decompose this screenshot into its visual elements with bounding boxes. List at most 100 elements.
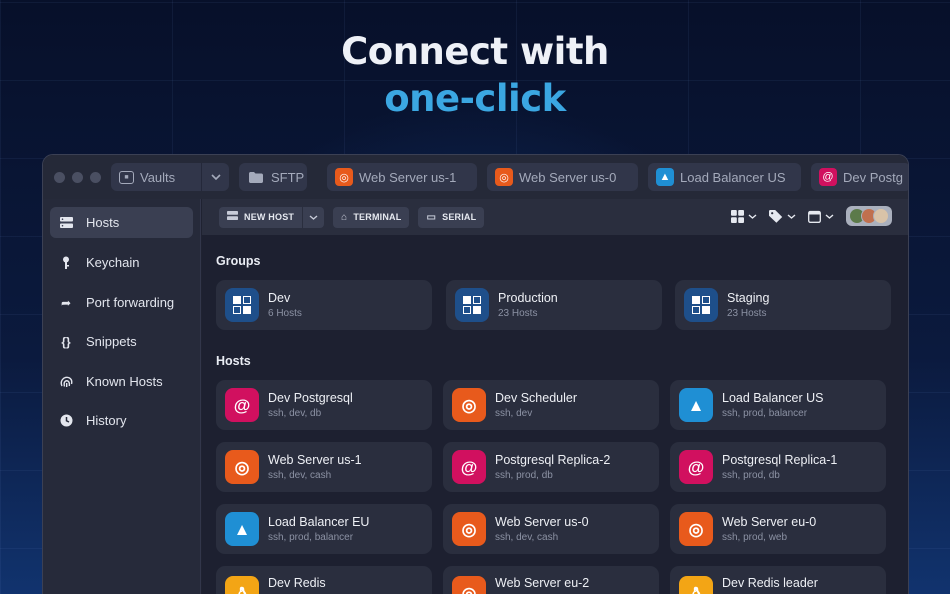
host-tags: ssh, prod, db bbox=[495, 470, 553, 481]
sftp-tab[interactable]: SFTP bbox=[239, 163, 307, 191]
calendar-icon bbox=[808, 210, 821, 223]
group-host-count: 23 Hosts bbox=[498, 308, 538, 319]
app-window: ■ Vaults SFTP ◎ Web Server us-1 ◎ Web Se… bbox=[42, 154, 909, 594]
tab-label: Load Balancer US bbox=[680, 169, 786, 185]
sidebar-item-history[interactable]: History bbox=[50, 405, 193, 436]
host-card-load-balancer-us[interactable]: ▲ Load Balancer US ssh, prod, balancer bbox=[670, 380, 886, 430]
team-avatars[interactable] bbox=[846, 206, 892, 226]
serial-port-icon: ▭ bbox=[426, 211, 437, 223]
host-tags: ssh, dev bbox=[495, 408, 533, 419]
group-name: Staging bbox=[727, 291, 770, 305]
debian-icon: @ bbox=[452, 450, 486, 484]
host-card-dev-postgresql[interactable]: @ Dev Postgresql ssh, dev, db bbox=[216, 380, 432, 430]
terminal-button[interactable]: ⌂ TERMINAL bbox=[333, 206, 410, 228]
host-card-web-server-eu-0[interactable]: ◎ Web Server eu-0 ssh, prod, web bbox=[670, 504, 886, 554]
sidebar-item-port-forwarding[interactable]: ➦ Port forwarding bbox=[50, 287, 193, 318]
host-tags: ssh, dev, cash bbox=[495, 532, 559, 543]
sidebar-item-keychain[interactable]: Keychain bbox=[50, 247, 193, 278]
calendar-sort-dropdown[interactable] bbox=[808, 210, 834, 223]
vaults-dropdown-button[interactable] bbox=[201, 163, 229, 191]
sidebar-item-known-hosts[interactable]: Known Hosts bbox=[50, 366, 193, 397]
host-card-web-server-us-0[interactable]: ◎ Web Server us-0 ssh, dev, cash bbox=[443, 504, 659, 554]
debian-icon: @ bbox=[225, 388, 259, 422]
tab-dev-postgresql[interactable]: @ Dev Postg bbox=[811, 163, 908, 191]
group-card-staging[interactable]: Staging 23 Hosts bbox=[675, 280, 891, 330]
grid-view-icon bbox=[731, 209, 744, 223]
minimize-window-button[interactable] bbox=[72, 171, 83, 183]
tag-icon bbox=[769, 209, 783, 223]
host-card-dev-redis[interactable]: 🐧︎ Dev Redis bbox=[216, 566, 432, 594]
host-card-load-balancer-eu[interactable]: ▲ Load Balancer EU ssh, prod, balancer bbox=[216, 504, 432, 554]
serial-label: SERIAL bbox=[442, 212, 477, 222]
group-card-dev[interactable]: Dev 6 Hosts bbox=[216, 280, 432, 330]
host-name: Web Server eu-2 bbox=[495, 576, 590, 590]
ubuntu-icon: ◎ bbox=[452, 388, 486, 422]
avatar bbox=[873, 208, 889, 224]
tab-load-balancer-us[interactable]: ▲ Load Balancer US bbox=[648, 163, 801, 191]
hosts-icon bbox=[58, 217, 74, 228]
host-name: Dev Redis leader bbox=[722, 576, 818, 590]
group-name: Production bbox=[498, 291, 558, 305]
group-host-count: 6 Hosts bbox=[268, 308, 302, 319]
sidebar-item-snippets[interactable]: {} Snippets bbox=[50, 326, 193, 357]
host-name: Load Balancer US bbox=[722, 391, 824, 405]
group-host-count: 23 Hosts bbox=[727, 308, 767, 319]
key-icon bbox=[58, 256, 74, 270]
ubuntu-icon: ◎ bbox=[225, 450, 259, 484]
new-host-dropdown-button[interactable] bbox=[302, 206, 325, 228]
host-name: Web Server us-1 bbox=[268, 453, 362, 467]
tag-filter-dropdown[interactable] bbox=[769, 209, 796, 223]
chevron-down-icon bbox=[748, 213, 757, 219]
host-tags: ssh, prod, web bbox=[722, 532, 788, 543]
group-card-production[interactable]: Production 23 Hosts bbox=[446, 280, 662, 330]
host-tags: ssh, prod, balancer bbox=[268, 532, 354, 543]
host-card-postgresql-replica-2[interactable]: @ Postgresql Replica-2 ssh, prod, db bbox=[443, 442, 659, 492]
hosts-section-title: Hosts bbox=[216, 354, 251, 368]
toolbar-right-controls bbox=[731, 206, 892, 226]
chevron-down-icon bbox=[787, 213, 796, 219]
hero-line-1: Connect with bbox=[341, 30, 609, 73]
zoom-window-button[interactable] bbox=[90, 171, 101, 183]
close-window-button[interactable] bbox=[54, 171, 65, 183]
sidebar-item-label: Port forwarding bbox=[86, 295, 175, 310]
host-card-dev-scheduler[interactable]: ◎ Dev Scheduler ssh, dev bbox=[443, 380, 659, 430]
host-name: Dev Postgresql bbox=[268, 391, 353, 405]
chevron-down-icon bbox=[210, 174, 221, 180]
group-icon bbox=[455, 288, 489, 322]
tab-web-server-us-0[interactable]: ◎ Web Server us-0 bbox=[487, 163, 638, 191]
title-bar: ■ Vaults SFTP ◎ Web Server us-1 ◎ Web Se… bbox=[43, 155, 908, 199]
serial-button[interactable]: ▭ SERIAL bbox=[418, 206, 485, 228]
sidebar-item-label: Keychain bbox=[86, 255, 140, 270]
sidebar-item-label: Snippets bbox=[86, 334, 137, 349]
chevron-down-icon bbox=[309, 214, 318, 220]
host-card-postgresql-replica-1[interactable]: @ Postgresql Replica-1 ssh, prod, db bbox=[670, 442, 886, 492]
sftp-label: SFTP bbox=[271, 169, 305, 185]
host-name: Web Server us-0 bbox=[495, 515, 589, 529]
group-icon bbox=[225, 288, 259, 322]
host-card-web-server-eu-2[interactable]: ◎ Web Server eu-2 bbox=[443, 566, 659, 594]
tab-label: Web Server us-0 bbox=[519, 169, 617, 185]
ubuntu-icon: ◎ bbox=[452, 512, 486, 546]
port-forward-icon: ➦ bbox=[60, 295, 72, 310]
arch-icon: ▲ bbox=[656, 168, 674, 186]
chevron-down-icon bbox=[825, 213, 834, 219]
new-host-button[interactable]: NEW HOST bbox=[219, 206, 303, 228]
tab-label: Dev Postg bbox=[843, 169, 903, 185]
vaults-label: Vaults bbox=[140, 169, 176, 185]
new-host-label: NEW HOST bbox=[244, 212, 295, 222]
host-card-dev-redis-leader[interactable]: 🐧︎ Dev Redis leader bbox=[670, 566, 886, 594]
folder-icon bbox=[247, 168, 265, 186]
fingerprint-icon bbox=[58, 375, 74, 388]
tab-web-server-us-1[interactable]: ◎ Web Server us-1 bbox=[327, 163, 477, 191]
clock-icon bbox=[58, 414, 74, 427]
sidebar-item-hosts[interactable]: Hosts bbox=[50, 207, 193, 238]
server-icon bbox=[227, 211, 238, 223]
group-name: Dev bbox=[268, 291, 291, 305]
host-name: Postgresql Replica-2 bbox=[495, 453, 611, 467]
host-name: Dev Scheduler bbox=[495, 391, 577, 405]
braces-icon: {} bbox=[61, 334, 71, 349]
vaults-tab[interactable]: ■ Vaults bbox=[111, 163, 229, 191]
view-mode-dropdown[interactable] bbox=[731, 209, 757, 223]
host-tags: ssh, prod, db bbox=[722, 470, 780, 481]
host-card-web-server-us-1[interactable]: ◎ Web Server us-1 ssh, dev, cash bbox=[216, 442, 432, 492]
